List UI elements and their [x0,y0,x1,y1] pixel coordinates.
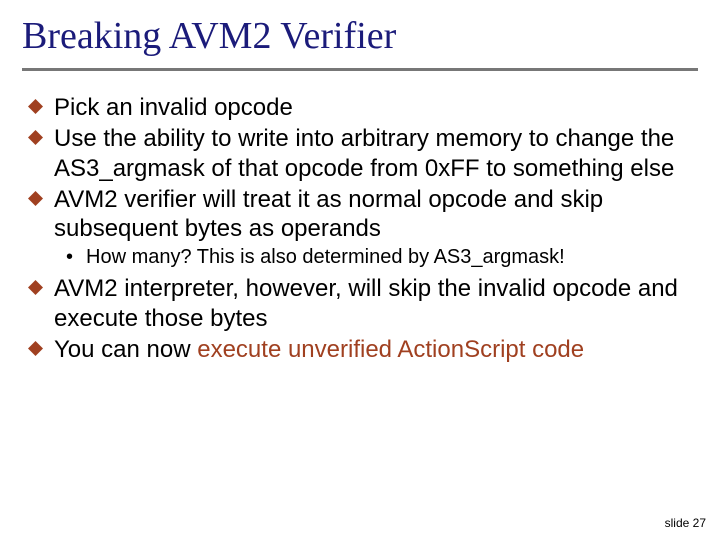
bullet-text: You can now execute unverified ActionScr… [54,335,692,364]
dot-bullet-icon: • [66,245,86,270]
diamond-bullet-icon [28,274,54,295]
bullet-text: Use the ability to write into arbitrary … [54,124,692,183]
slide-title: Breaking AVM2 Verifier [0,0,720,66]
bullet-text-plain: You can now [54,336,197,363]
bullet-level1: AVM2 interpreter, however, will skip the… [28,274,692,333]
bullet-level1: AVM2 verifier will treat it as normal op… [28,185,692,244]
bullet-text: AVM2 verifier will treat it as normal op… [54,185,692,244]
slide-number: slide 27 [665,516,706,530]
diamond-bullet-icon [28,335,54,356]
bullet-level2: • How many? This is also determined by A… [66,245,692,270]
diamond-bullet-icon [28,124,54,145]
diamond-bullet-icon [28,185,54,206]
highlight-text: execute unverified ActionScript code [197,336,584,363]
diamond-bullet-icon [28,93,54,114]
slide-body: Pick an invalid opcode Use the ability t… [0,71,720,364]
slide: Breaking AVM2 Verifier Pick an invalid o… [0,0,720,540]
bullet-level1: Use the ability to write into arbitrary … [28,124,692,183]
bullet-text: How many? This is also determined by AS3… [86,245,692,270]
bullet-level1: Pick an invalid opcode [28,93,692,122]
bullet-text: AVM2 interpreter, however, will skip the… [54,274,692,333]
bullet-text: Pick an invalid opcode [54,93,692,122]
bullet-level1: You can now execute unverified ActionScr… [28,335,692,364]
